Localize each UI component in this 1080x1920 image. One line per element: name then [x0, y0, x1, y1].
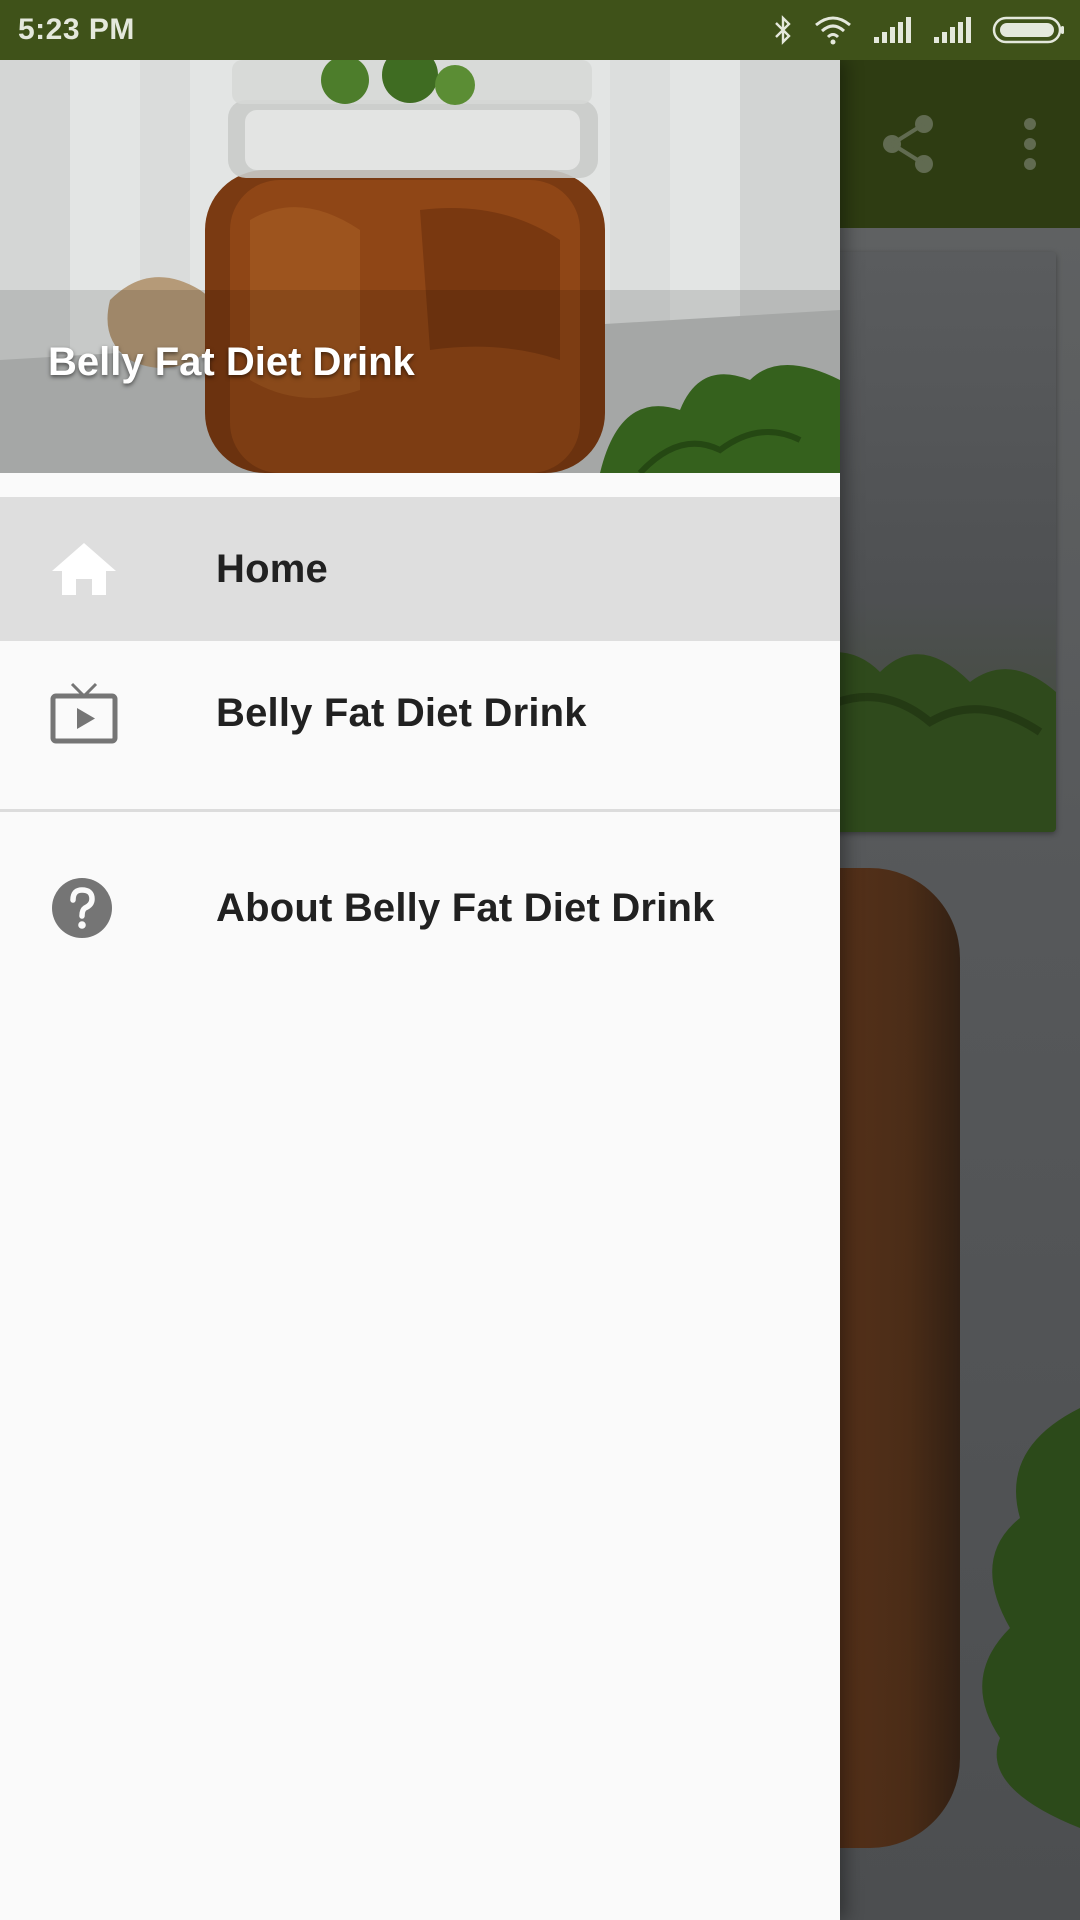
- navigation-drawer: Belly Fat Diet Drink Home Belly Fat Diet…: [0, 60, 840, 1920]
- share-icon[interactable]: [880, 112, 940, 176]
- drawer-menu: Home Belly Fat Diet Drink About Belly Fa…: [0, 497, 840, 980]
- menu-icon-slot: [0, 641, 216, 785]
- drawer-item-label: Home: [216, 546, 328, 591]
- drawer-item-label: About Belly Fat Diet Drink: [216, 885, 715, 930]
- status-icons: [772, 15, 1066, 45]
- help-icon: [52, 878, 112, 938]
- drawer-item-home[interactable]: Home: [0, 497, 840, 641]
- home-icon: [52, 543, 116, 595]
- drawer-item-belly-fat-diet-drink[interactable]: Belly Fat Diet Drink: [0, 641, 840, 785]
- drawer-item-about[interactable]: About Belly Fat Diet Drink: [0, 836, 840, 980]
- status-bar: 5:23 PM: [0, 0, 1080, 60]
- screen: 5:23 PM Belly Fat Diet Drink Home Belly …: [0, 0, 1080, 1920]
- header-image: [0, 60, 840, 473]
- tv-play-icon: [50, 682, 118, 744]
- wifi-icon: [815, 16, 851, 45]
- menu-icon-slot: [0, 836, 216, 980]
- drawer-header-title: Belly Fat Diet Drink: [48, 340, 415, 384]
- status-time: 5:23 PM: [18, 13, 135, 46]
- drawer-item-label: Belly Fat Diet Drink: [216, 690, 587, 735]
- battery-icon: [992, 16, 1064, 44]
- leaf-decoration: [982, 1408, 1080, 1828]
- more-vert-icon[interactable]: [1020, 118, 1040, 170]
- signal-icon: [934, 17, 971, 43]
- bluetooth-icon: [775, 15, 791, 45]
- menu-icon-slot: [0, 497, 216, 641]
- signal-icon: [874, 17, 911, 43]
- menu-divider: [0, 809, 840, 812]
- drawer-header: Belly Fat Diet Drink: [0, 60, 840, 473]
- toolbar-actions: [840, 60, 1080, 228]
